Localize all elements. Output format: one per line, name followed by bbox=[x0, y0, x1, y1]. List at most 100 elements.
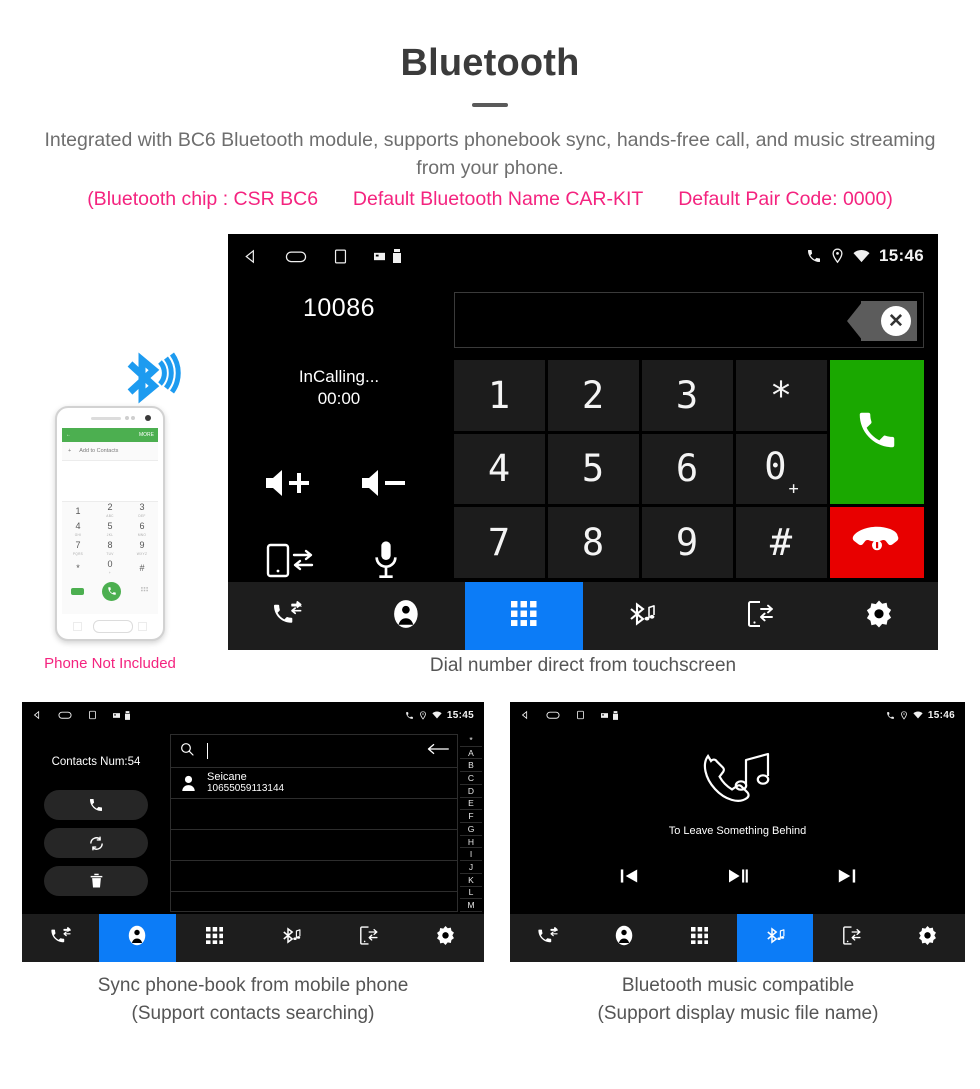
nav-item-settings[interactable] bbox=[889, 914, 965, 962]
nav-item-call-log[interactable] bbox=[510, 914, 586, 962]
key-7[interactable]: 7 bbox=[454, 507, 545, 578]
music-transport-controls[interactable] bbox=[510, 867, 965, 885]
alpha-index-B[interactable]: B bbox=[460, 759, 482, 773]
phone-back-icon: ← bbox=[66, 432, 71, 438]
alpha-index-M[interactable]: M bbox=[460, 899, 482, 913]
alpha-index-L[interactable]: L bbox=[460, 887, 482, 900]
audio-transfer-button[interactable] bbox=[250, 533, 330, 587]
home-oval-icon[interactable] bbox=[546, 710, 560, 720]
sync-contacts-button[interactable] bbox=[44, 828, 148, 858]
previous-track-button[interactable] bbox=[619, 867, 639, 885]
nav-item-settings[interactable] bbox=[820, 582, 938, 650]
nav-item-contacts[interactable] bbox=[586, 914, 662, 962]
key-2[interactable]: 2 bbox=[548, 360, 639, 431]
phone-key-6: 6 MNO bbox=[126, 521, 158, 540]
phone-key-8: 8 TUV bbox=[94, 540, 126, 559]
nav-item-bluetooth-music[interactable] bbox=[583, 582, 701, 650]
contacts-body: Contacts Num:54 Seicane 10655059113144 *… bbox=[22, 728, 484, 923]
key-3[interactable]: 3 bbox=[642, 360, 733, 431]
nav-item-keypad[interactable] bbox=[464, 582, 583, 650]
alpha-index-K[interactable]: K bbox=[460, 874, 482, 887]
nav-item-device-connect[interactable] bbox=[330, 914, 407, 962]
backspace-button[interactable]: ✕ bbox=[845, 299, 917, 343]
key-9[interactable]: 9 bbox=[642, 507, 733, 578]
keypad-icon bbox=[690, 926, 709, 950]
alpha-index-H[interactable]: H bbox=[460, 836, 482, 849]
alpha-index-G[interactable]: G bbox=[460, 823, 482, 836]
nav-item-contacts[interactable] bbox=[99, 914, 176, 962]
delete-contacts-button[interactable] bbox=[44, 866, 148, 896]
nav-item-contacts[interactable] bbox=[346, 582, 464, 650]
nav-item-device-connect[interactable] bbox=[701, 582, 819, 650]
alpha-index-C[interactable]: C bbox=[460, 772, 482, 785]
contacts-search-bar[interactable] bbox=[171, 735, 457, 768]
recents-square-icon[interactable] bbox=[88, 710, 97, 720]
contacts-sidebar: Contacts Num:54 bbox=[22, 728, 170, 914]
music-nav-bar[interactable] bbox=[510, 914, 965, 962]
back-triangle-icon[interactable] bbox=[242, 248, 259, 265]
phone-key-digit: 5 bbox=[107, 520, 113, 531]
bluetooth-music-icon bbox=[281, 925, 302, 951]
key-8[interactable]: 8 bbox=[548, 507, 639, 578]
contact-row[interactable]: Seicane 10655059113144 bbox=[171, 768, 457, 799]
key-6[interactable]: 6 bbox=[642, 433, 733, 505]
volume-up-button[interactable] bbox=[250, 456, 330, 510]
nav-item-call-log[interactable] bbox=[228, 582, 346, 650]
usb-icon bbox=[125, 710, 130, 720]
phone-music-icon bbox=[694, 742, 782, 817]
hangup-button[interactable] bbox=[830, 507, 924, 578]
phone-key-digit: 8 bbox=[107, 539, 113, 550]
back-triangle-icon[interactable] bbox=[520, 710, 530, 720]
key-0[interactable]: 0+ bbox=[736, 433, 827, 505]
call-log-icon bbox=[50, 926, 72, 949]
alpha-index-E[interactable]: E bbox=[460, 798, 482, 811]
contacts-nav-bar[interactable] bbox=[22, 914, 484, 962]
home-oval-icon[interactable] bbox=[285, 248, 307, 265]
nav-item-bluetooth-music[interactable] bbox=[737, 914, 814, 962]
dialer-status-bar: 15:46 bbox=[228, 234, 938, 278]
next-track-button[interactable] bbox=[837, 867, 857, 885]
phone-speaker bbox=[91, 417, 121, 420]
key-hash[interactable]: # bbox=[736, 507, 827, 578]
call-button[interactable] bbox=[830, 360, 924, 505]
contacts-alpha-index[interactable]: * A B C D E F G H I J K L M bbox=[460, 734, 482, 913]
nav-item-call-log[interactable] bbox=[22, 914, 99, 962]
phone-key-letters: WXYZ bbox=[136, 551, 148, 556]
nav-item-device-connect[interactable] bbox=[813, 914, 889, 962]
alpha-index-J[interactable]: J bbox=[460, 861, 482, 874]
back-triangle-icon[interactable] bbox=[32, 710, 42, 720]
key-label: # bbox=[769, 521, 794, 565]
key-4[interactable]: 4 bbox=[454, 433, 545, 505]
alpha-index-I[interactable]: I bbox=[460, 848, 482, 862]
phone-key-2: 2 ABC bbox=[94, 502, 126, 521]
phone-action-row bbox=[62, 578, 158, 604]
microphone-button[interactable] bbox=[346, 533, 426, 587]
play-pause-button[interactable] bbox=[727, 867, 749, 885]
nav-item-bluetooth-music[interactable] bbox=[253, 914, 330, 962]
home-oval-icon[interactable] bbox=[58, 710, 72, 720]
contacts-rows[interactable]: Seicane 10655059113144 bbox=[171, 768, 457, 923]
spec-bt-name: Default Bluetooth Name CAR-KIT bbox=[352, 188, 644, 210]
key-1[interactable]: 1 bbox=[454, 360, 545, 431]
back-arrow-icon[interactable] bbox=[427, 742, 449, 761]
dial-contact-button[interactable] bbox=[44, 790, 148, 820]
dialed-number-field[interactable]: ✕ bbox=[454, 292, 924, 348]
recents-square-icon[interactable] bbox=[576, 710, 585, 720]
dial-keypad[interactable]: 1 2 3 * 4 5 6 0+ 7 8 9 # bbox=[454, 360, 924, 578]
key-star[interactable]: * bbox=[736, 360, 827, 431]
nav-item-keypad[interactable] bbox=[176, 914, 253, 962]
recents-square-icon[interactable] bbox=[333, 248, 348, 265]
volume-down-button[interactable] bbox=[346, 456, 426, 510]
alpha-index-D[interactable]: D bbox=[460, 785, 482, 798]
dialer-nav-bar[interactable] bbox=[228, 582, 938, 650]
phone-key-letters: ABC bbox=[106, 513, 114, 518]
location-pin-icon bbox=[419, 710, 427, 720]
key-5[interactable]: 5 bbox=[548, 433, 639, 505]
nav-item-keypad[interactable] bbox=[662, 914, 738, 962]
music-track-title: To Leave Something Behind bbox=[668, 825, 807, 837]
contact-row-empty bbox=[171, 861, 457, 892]
nav-item-settings[interactable] bbox=[407, 914, 484, 962]
alpha-index-A[interactable]: A bbox=[460, 747, 482, 760]
alpha-index-F[interactable]: F bbox=[460, 810, 482, 824]
alpha-index-star[interactable]: * bbox=[460, 734, 482, 747]
